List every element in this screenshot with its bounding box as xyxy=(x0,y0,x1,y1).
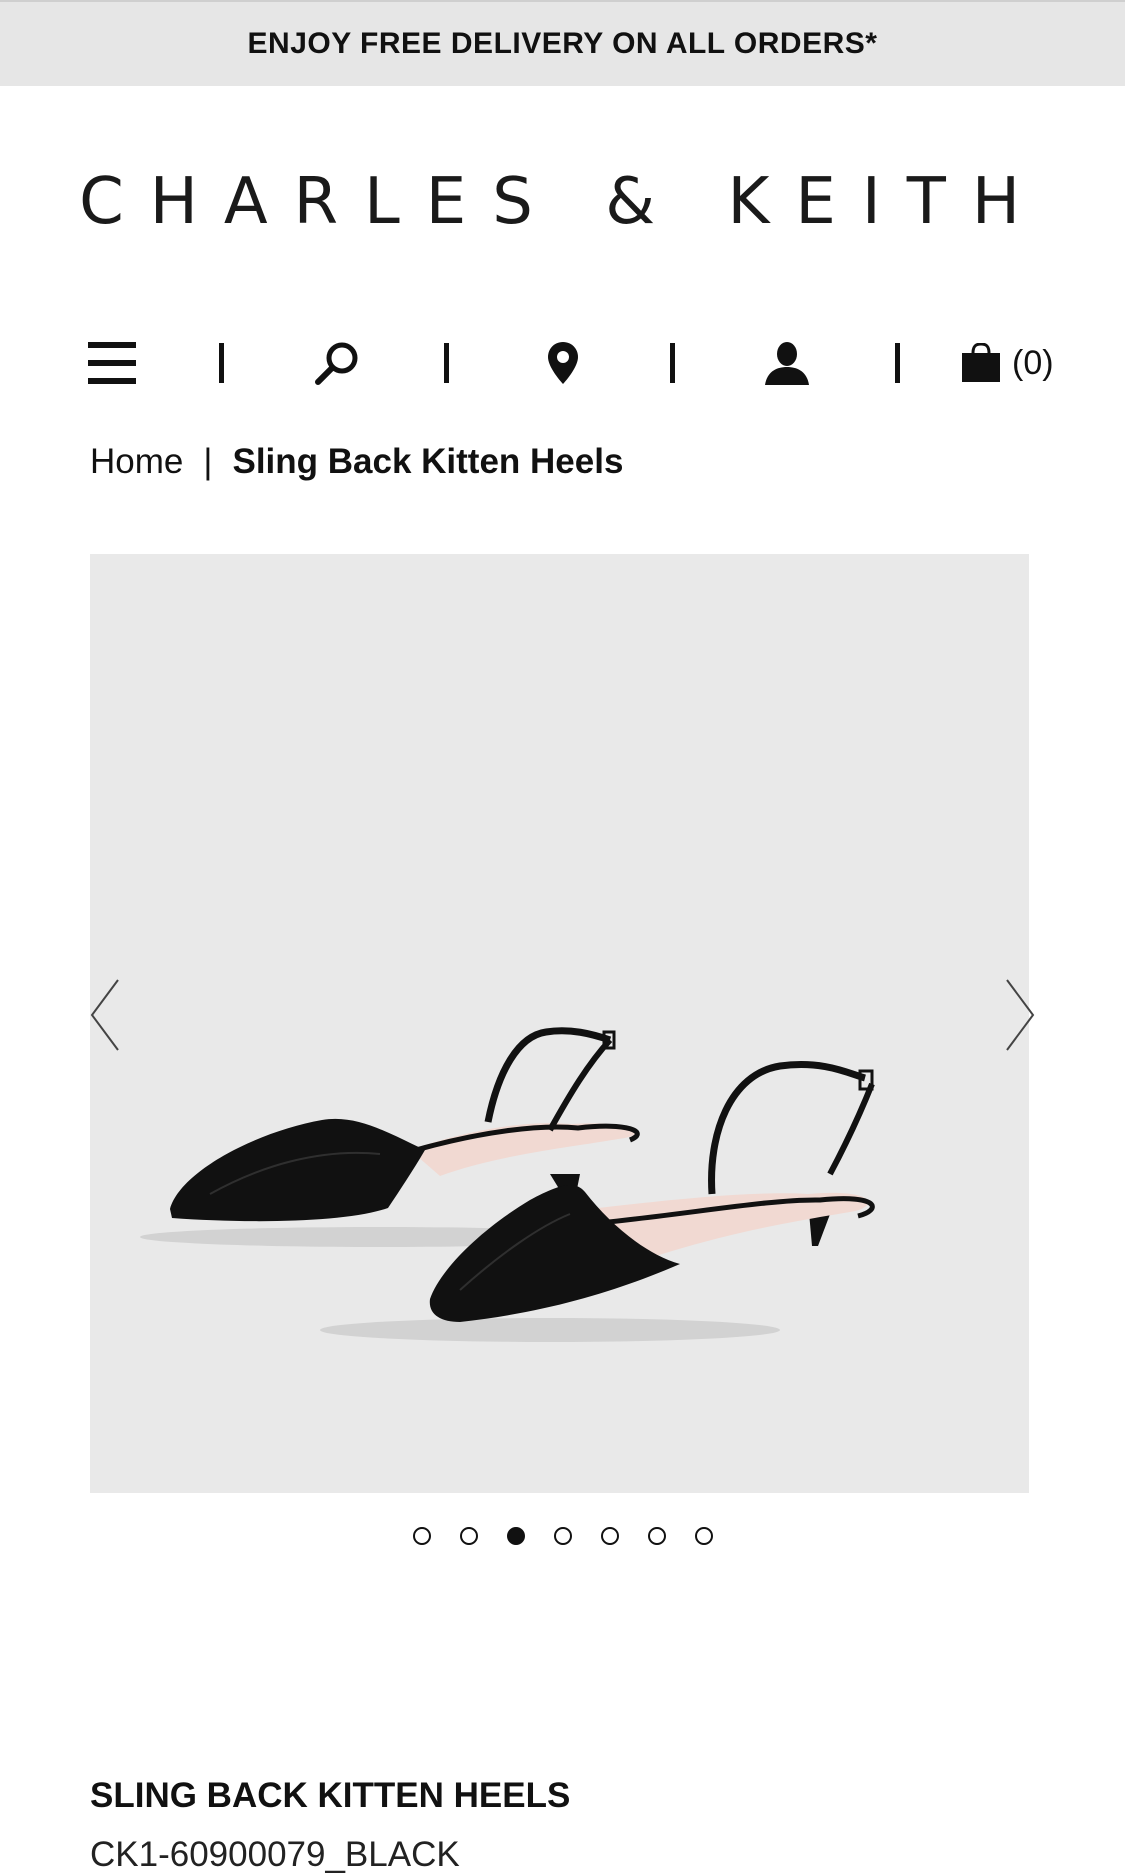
gallery-dot-4[interactable] xyxy=(553,1527,572,1545)
product-name: SLING BACK KITTEN HEELS xyxy=(90,1776,571,1815)
account-button[interactable] xyxy=(760,330,814,396)
gallery-dot-2[interactable] xyxy=(459,1527,478,1545)
shoe-shadow xyxy=(320,1318,780,1342)
product-image xyxy=(140,1027,875,1342)
search-icon xyxy=(315,342,358,385)
brand-logo[interactable]: CHARLES & KEITH xyxy=(0,165,1125,239)
toolbar-divider xyxy=(444,343,449,383)
menu-icon xyxy=(88,342,136,384)
gallery-dot-1[interactable] xyxy=(412,1527,431,1545)
previous-image-arrow[interactable] xyxy=(88,978,122,1052)
toolbar-divider xyxy=(670,343,675,383)
menu-button[interactable] xyxy=(84,330,140,396)
store-locator-button[interactable] xyxy=(538,330,588,396)
toolbar-divider xyxy=(895,343,900,383)
location-pin-icon xyxy=(548,342,578,384)
gallery-dot-3-active[interactable] xyxy=(506,1527,525,1545)
breadcrumb: Home | Sling Back Kitten Heels xyxy=(90,442,623,482)
header-toolbar: (0) xyxy=(0,330,1125,396)
breadcrumb-separator: | xyxy=(203,442,213,481)
shopping-bag-icon xyxy=(962,343,1000,382)
cart-button[interactable]: (0) xyxy=(960,330,1070,396)
breadcrumb-home-link[interactable]: Home xyxy=(90,442,183,482)
promo-text: ENJOY FREE DELIVERY ON ALL ORDERS* xyxy=(247,27,878,60)
gallery-pagination xyxy=(0,1527,1125,1545)
breadcrumb-current: Sling Back Kitten Heels xyxy=(232,442,624,481)
gallery-dot-5[interactable] xyxy=(600,1527,619,1545)
account-icon xyxy=(765,342,809,385)
right-shoe xyxy=(429,1061,875,1322)
gallery-dot-6[interactable] xyxy=(647,1527,666,1545)
product-image-gallery[interactable] xyxy=(90,554,1029,1493)
next-image-arrow[interactable] xyxy=(1003,978,1037,1052)
search-button[interactable] xyxy=(310,330,364,396)
cart-count: (0) xyxy=(1012,343,1054,382)
promo-banner: ENJOY FREE DELIVERY ON ALL ORDERS* xyxy=(0,0,1125,86)
gallery-dot-7[interactable] xyxy=(694,1527,713,1545)
toolbar-divider xyxy=(219,343,224,383)
product-sku: CK1-60900079_BLACK xyxy=(90,1835,460,1874)
